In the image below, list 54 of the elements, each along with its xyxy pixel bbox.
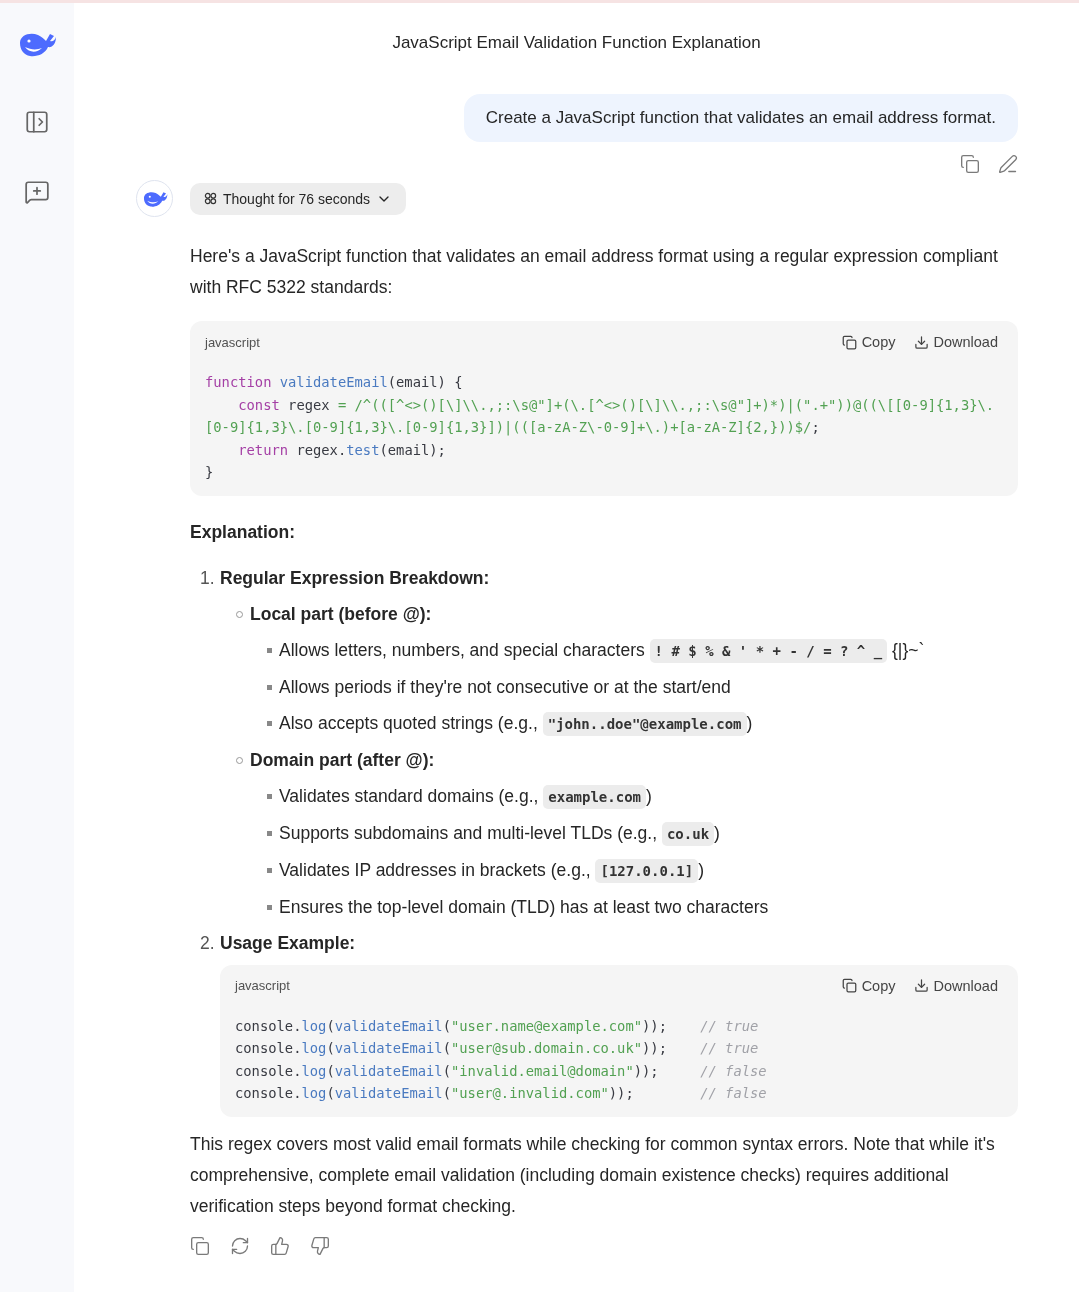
download-button[interactable]: Download [913, 977, 998, 994]
code-line: const regex = /^(([^<>()[\]\\.,;:\s@"]+(\.[^<>()[\]\\.,;:\s@"]+)*)|(".+"))@((\[[0-9]{1,3}\.[0-9]{1,3}\.[0-9]{1,3}\.[0-9]{1,3}])|(([a-zA-Z\-0-9]+\.)+[a-zA-Z]{2,}))$/; [205, 395, 996, 438]
download-icon [913, 334, 929, 350]
bullet-icon [267, 720, 272, 726]
assistant-avatar [136, 180, 173, 217]
list-item-text: Validates standard domains (e.g., example.com ) [279, 777, 652, 815]
bullet-icon [267, 904, 272, 910]
sidebar-toggle-icon[interactable] [24, 109, 50, 135]
copy-button[interactable]: Copy [841, 977, 896, 994]
code-line: } [205, 463, 215, 482]
thumbs-down-icon[interactable] [310, 1235, 330, 1256]
thinking-icon [204, 192, 217, 205]
bullet-icon [267, 867, 272, 873]
edit-icon[interactable] [998, 154, 1018, 174]
list-item-text: Allows letters, numbers, and special characters ! # $ % & ' * + - / = ? ^ _ {|}~` [279, 631, 925, 669]
bullet-icon [267, 647, 272, 653]
list-number: 1. [200, 566, 216, 590]
bullet-icon [267, 793, 272, 799]
code-line: return regex.test(email); [237, 440, 447, 460]
copy-icon [841, 978, 857, 993]
list-item-title: Usage Example: [220, 931, 356, 955]
code-line: console.log(validateEmail("invalid.email@domain")); // false [235, 1061, 768, 1081]
list-item-title: Local part (before @): [250, 602, 432, 626]
regenerate-icon[interactable] [230, 1235, 250, 1256]
list-number: 2. [200, 931, 216, 955]
list-item-text: Validates IP addresses in brackets (e.g., [127.0.0.1] ) [279, 851, 704, 889]
paragraph: Here's a JavaScript function that validates an email address format using a regular expression compliant with RFC 5322 standards: [190, 245, 999, 299]
copy-button[interactable]: Copy [841, 334, 896, 350]
chat-title: JavaScript Email Validation Function Explanation [391, 32, 762, 54]
code-language: javascript [205, 334, 261, 350]
copy-icon[interactable] [190, 1235, 210, 1256]
copy-icon [841, 334, 857, 350]
user-message: Create a JavaScript function that validates an email address format. [463, 94, 1018, 142]
thought-toggle[interactable]: Thought for 76 seconds [190, 182, 407, 215]
list-item-text: Allows periods if they're not consecutive or at the start/end [279, 675, 731, 699]
code-line: console.log(validateEmail("user@sub.domain.co.uk")); // true [235, 1039, 760, 1058]
section-heading: Explanation: [190, 520, 296, 544]
code-line: function validateEmail(email) { [205, 373, 464, 392]
new-chat-icon[interactable] [24, 179, 50, 205]
paragraph: This regex covers most valid email formats while checking for common syntax errors. Note that while it's comprehensive, complete email validation (including domain existence checks) requires additional verification steps beyond format checking. [190, 1132, 996, 1218]
copy-icon[interactable] [960, 154, 980, 174]
list-item-text: Ensures the top-level domain (TLD) has at least two characters [279, 895, 769, 919]
bullet-icon [267, 684, 272, 690]
download-button[interactable]: Download [913, 334, 998, 350]
list-item-text: Also accepts quoted strings (e.g., "john..doe"@example.com ) [279, 704, 753, 742]
download-icon [913, 978, 929, 993]
list-item-text: Supports subdomains and multi-level TLDs (e.g., co.uk ) [279, 814, 720, 852]
list-item-title: Regular Expression Breakdown: [220, 566, 490, 590]
bullet-icon [267, 830, 272, 836]
list-item-title: Domain part (after @): [250, 748, 435, 772]
code-line: console.log(validateEmail("user@.invalid.com")); // false [235, 1084, 768, 1103]
code-line: console.log(validateEmail("user.name@example.com")); // true [235, 1016, 760, 1036]
thumbs-up-icon[interactable] [270, 1235, 290, 1256]
code-language: javascript [235, 978, 291, 993]
